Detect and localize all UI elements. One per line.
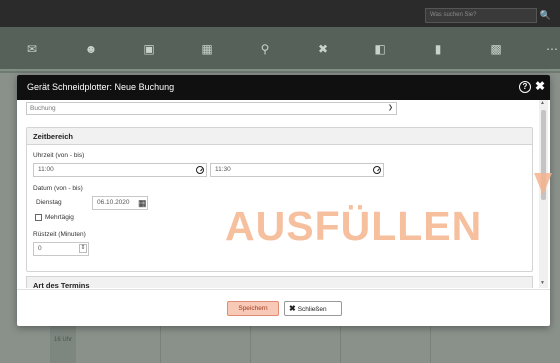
close-button-label: Schließen: [297, 306, 327, 313]
calendar-divider: [250, 325, 251, 363]
arrow-down-icon: [534, 173, 552, 195]
dialog-body: Buchung ❯ Zeitbereich Uhrzeit (von - bis…: [17, 100, 550, 288]
close-icon: ✖: [289, 304, 296, 313]
weekday-label: Dienstag: [36, 199, 62, 206]
scroll-down-icon[interactable]: ▼: [540, 280, 545, 286]
calendar-divider: [160, 325, 161, 363]
scroll-up-icon[interactable]: ▲: [540, 100, 545, 106]
setup-time-value: 0: [38, 245, 42, 252]
time-section: Zeitbereich Uhrzeit (von - bis) 11:00 11…: [26, 127, 533, 272]
multi-day-label: Mehrtägig: [45, 214, 74, 221]
global-search-input[interactable]: Was suchen Sie?: [425, 8, 537, 23]
share-icon[interactable]: ⋯: [543, 40, 560, 58]
calendar-icon[interactable]: ▦: [138, 198, 147, 208]
appointment-section-title: Art des Termins: [26, 276, 533, 288]
calendar-divider: [340, 325, 341, 363]
setup-time-label: Rüstzeit (Minuten): [33, 231, 86, 238]
users-icon[interactable]: ☻: [82, 40, 100, 58]
search-icon[interactable]: 🔍: [538, 8, 553, 23]
tools-icon[interactable]: ✖: [314, 40, 332, 58]
mail-icon[interactable]: ✉: [23, 40, 41, 58]
document-icon[interactable]: ◧: [371, 40, 389, 58]
stepper-arrows-icon[interactable]: ⇕: [79, 244, 87, 253]
booking-dialog: Gerät Schneidplotter: Neue Buchung ? ✖ B…: [17, 75, 550, 326]
search-icon[interactable]: ⚲: [256, 40, 274, 58]
dialog-title: Gerät Schneidplotter: Neue Buchung: [27, 82, 175, 92]
time-label: Uhrzeit (von - bis): [33, 152, 85, 159]
close-icon[interactable]: ✖: [535, 79, 545, 93]
dialog-footer-divider: [17, 289, 550, 290]
booking-type-value: Buchung: [30, 105, 56, 112]
booking-type-select[interactable]: Buchung ❯: [26, 102, 397, 115]
help-icon[interactable]: ?: [519, 81, 531, 93]
top-bar: Was suchen Sie? 🔍: [0, 0, 560, 27]
chevron-down-icon: ❯: [387, 105, 393, 111]
time-from-value: 11:00: [38, 166, 54, 173]
calendar-icon[interactable]: ▦: [198, 40, 216, 58]
calendar-divider: [430, 325, 431, 363]
book-icon[interactable]: ▮: [429, 40, 447, 58]
date-label: Datum (von - bis): [33, 185, 83, 192]
multi-day-checkbox[interactable]: [35, 214, 42, 221]
calendar-hour-label: 16 Uhr: [54, 337, 73, 343]
calendar-hour-cell: [50, 325, 76, 363]
building-icon[interactable]: ▣: [140, 40, 158, 58]
fill-in-overlay: AUSFÜLLEN: [225, 203, 483, 249]
clock-icon[interactable]: [196, 166, 204, 174]
save-button[interactable]: Speichern: [227, 301, 279, 316]
main-nav: ✉ ☻ ▣ ▦ ⚲ ✖ ◧ ▮ ▩ ⋯: [0, 27, 560, 71]
time-to-input[interactable]: 11:30: [210, 163, 384, 177]
date-from-value: 06.10.2020: [97, 199, 130, 206]
dialog-header: Gerät Schneidplotter: Neue Buchung ? ✖: [17, 75, 550, 100]
time-section-title: Zeitbereich: [27, 128, 532, 145]
time-to-value: 11:30: [215, 166, 231, 173]
close-button[interactable]: ✖ Schließen: [284, 301, 342, 316]
clock-icon[interactable]: [373, 166, 381, 174]
image-icon[interactable]: ▩: [487, 40, 505, 58]
time-from-input[interactable]: 11:00: [33, 163, 207, 177]
